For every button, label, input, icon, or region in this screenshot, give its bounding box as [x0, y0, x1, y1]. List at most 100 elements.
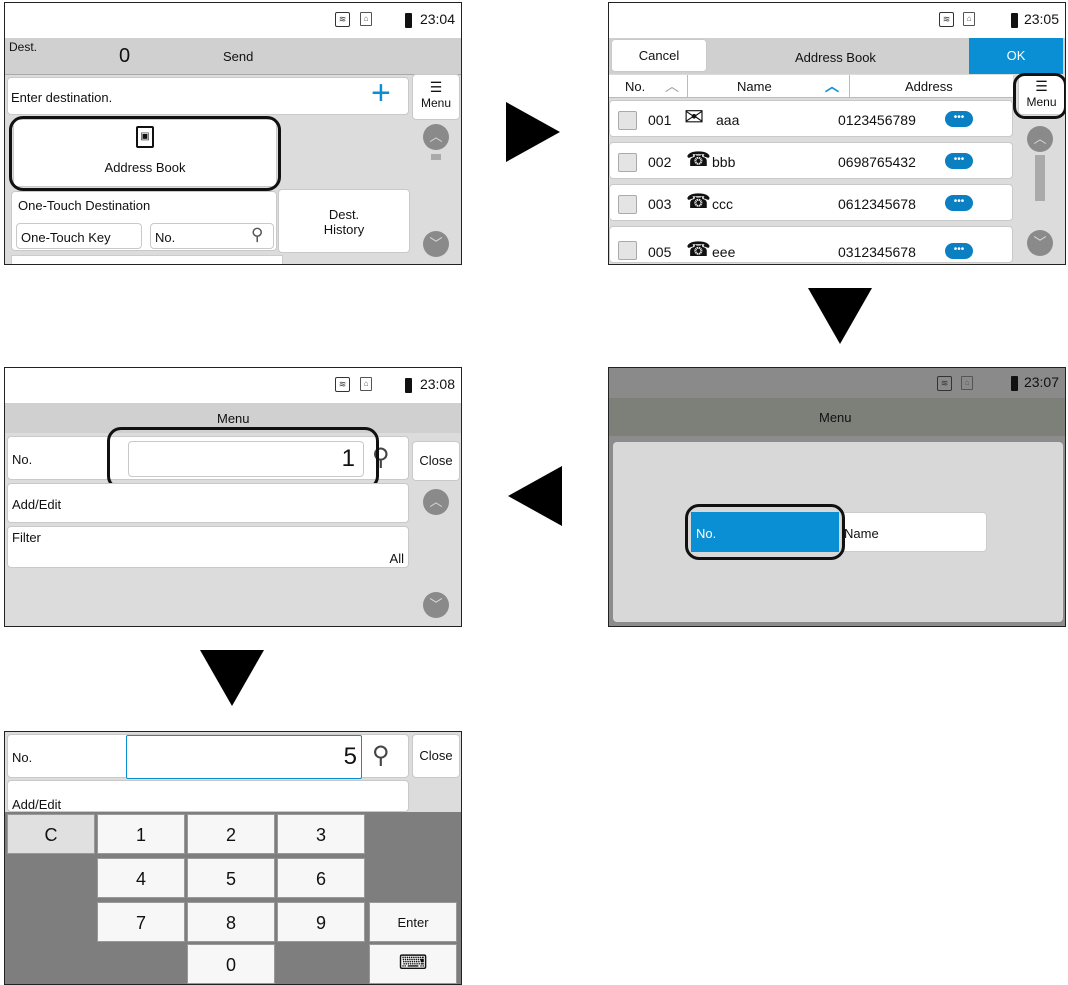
one-touch-panel: One-Touch Destination One-Touch Key No. … [11, 191, 277, 251]
list-item[interactable]: 002 ☎ bbb 0698765432 ••• [609, 142, 1013, 179]
menu-button[interactable]: ☰ Menu [412, 74, 460, 120]
clock: 23:04 [419, 11, 455, 27]
add-edit-row[interactable]: Add/Edit [7, 780, 409, 812]
clock: 23:05 [1023, 11, 1059, 27]
no-search-field[interactable]: No. ⚲ [150, 223, 274, 249]
flow-arrow-right [506, 102, 560, 162]
key-6[interactable]: 6 [277, 858, 365, 898]
scroll-up-icon[interactable]: ︿ [423, 124, 449, 150]
sort-name-option[interactable]: Name [841, 512, 987, 552]
key-7[interactable]: 7 [97, 902, 185, 942]
keyboard-icon[interactable]: ⌨ [369, 944, 457, 984]
scroll-thumb[interactable] [1035, 155, 1045, 201]
screen-number-keypad: No. 5 ⚲ Close Add/Edit C 1 2 3 4 5 6 7 8… [4, 731, 462, 985]
menu-header: Menu [5, 403, 461, 433]
checkbox[interactable] [618, 195, 637, 214]
lock-icon: ⌂ [963, 12, 975, 26]
battery-icon [1011, 376, 1018, 391]
fax-icon: ☎ [686, 149, 711, 171]
one-touch-destination-label: One-Touch Destination [18, 198, 151, 213]
lock-icon: ⌂ [360, 377, 372, 391]
no-label: No. [12, 452, 33, 467]
destination-input[interactable]: Enter destination. + [7, 74, 409, 115]
scroll-up-icon[interactable]: ︿ [1027, 126, 1053, 152]
lock-icon: ⌂ [961, 376, 973, 390]
partial-row [11, 255, 283, 264]
status-bar: ≋ ⌂ 23:07 [609, 368, 1065, 398]
col-name[interactable]: Name [737, 79, 772, 94]
number-input[interactable]: 5 [126, 735, 362, 779]
battery-icon [405, 378, 412, 393]
more-icon[interactable]: ••• [945, 153, 973, 169]
flow-arrow-down [808, 288, 872, 344]
dest-history-button[interactable]: Dest. History [278, 189, 410, 253]
status-bar: ≋ ⌂ 23:08 [5, 368, 461, 404]
menu-button[interactable]: ☰ Menu [1018, 75, 1065, 115]
key-clear[interactable]: C [7, 814, 95, 854]
one-touch-key-button[interactable]: One-Touch Key [16, 223, 142, 249]
key-2[interactable]: 2 [187, 814, 275, 854]
flow-arrow-left [508, 466, 562, 526]
key-4[interactable]: 4 [97, 858, 185, 898]
wifi-icon: ≋ [937, 376, 952, 391]
key-5[interactable]: 5 [187, 858, 275, 898]
scroll-down-icon[interactable]: ﹀ [1027, 230, 1053, 256]
scroll-up-icon[interactable]: ︿ [423, 489, 449, 515]
checkbox[interactable] [618, 153, 637, 172]
sort-up-icon: ︿ [665, 78, 679, 94]
key-0[interactable]: 0 [187, 944, 275, 984]
scroll-down-icon[interactable]: ﹀ [423, 592, 449, 618]
battery-icon [1011, 13, 1018, 28]
more-icon[interactable]: ••• [945, 111, 973, 127]
sort-no-option[interactable]: No. [691, 512, 839, 552]
dest-count: 0 [119, 45, 131, 67]
close-button[interactable]: Close [412, 441, 460, 481]
lock-icon: ⌂ [360, 12, 372, 26]
send-label: Send [223, 49, 254, 64]
more-icon[interactable]: ••• [945, 195, 973, 211]
filter-row[interactable]: Filter All [7, 526, 409, 568]
col-address[interactable]: Address [905, 79, 953, 94]
address-book-title: Address Book [795, 50, 876, 65]
wifi-icon: ≋ [939, 12, 954, 27]
status-bar: ≋ ⌂ 23:05 [609, 3, 1065, 39]
ok-button[interactable]: OK [969, 38, 1063, 74]
address-book-icon: ▣ [136, 126, 154, 148]
list-item[interactable]: 005 ☎ eee 0312345678 ••• [609, 226, 1013, 263]
add-icon[interactable]: + [371, 74, 391, 113]
checkbox[interactable] [618, 111, 637, 130]
sort-active-icon: ︿ [825, 78, 839, 94]
screen-menu-sort: ≋ ⌂ 23:07 Menu No. Name [608, 367, 1066, 627]
key-3[interactable]: 3 [277, 814, 365, 854]
clock: 23:07 [1023, 374, 1059, 390]
clock: 23:08 [419, 376, 455, 392]
number-row: No. 5 ⚲ [7, 734, 409, 779]
cancel-button[interactable]: Cancel [611, 39, 707, 72]
list-item[interactable]: 001 ✉ aaa 0123456789 ••• [609, 100, 1013, 137]
fax-icon: ☎ [686, 191, 711, 213]
menu-label: Menu [420, 96, 452, 110]
address-book-button[interactable]: ▣ Address Book [13, 119, 277, 187]
close-button[interactable]: Close [412, 734, 460, 778]
checkbox[interactable] [618, 241, 637, 260]
menu-icon: ☰ [429, 79, 443, 95]
search-icon[interactable]: ⚲ [372, 443, 390, 472]
key-enter[interactable]: Enter [369, 902, 457, 942]
menu-label: Menu [1026, 95, 1057, 109]
col-no[interactable]: No. [625, 79, 645, 94]
list-item[interactable]: 003 ☎ ccc 0612345678 ••• [609, 184, 1013, 221]
scroll-down-icon[interactable]: ﹀ [423, 231, 449, 257]
key-9[interactable]: 9 [277, 902, 365, 942]
search-icon[interactable]: ⚲ [372, 741, 390, 770]
menu-title: Menu [217, 411, 250, 426]
key-1[interactable]: 1 [97, 814, 185, 854]
number-input[interactable]: 1 [128, 441, 364, 477]
more-icon[interactable]: ••• [945, 243, 973, 259]
key-8[interactable]: 8 [187, 902, 275, 942]
add-edit-row[interactable]: Add/Edit [7, 483, 409, 523]
column-headers: No. ︿ Name ︿ Address [609, 75, 1013, 98]
no-label: No. [12, 750, 33, 765]
address-book-label: Address Book [104, 160, 186, 175]
dest-label: Dest. [9, 40, 38, 54]
number-value: 1 [341, 445, 355, 472]
